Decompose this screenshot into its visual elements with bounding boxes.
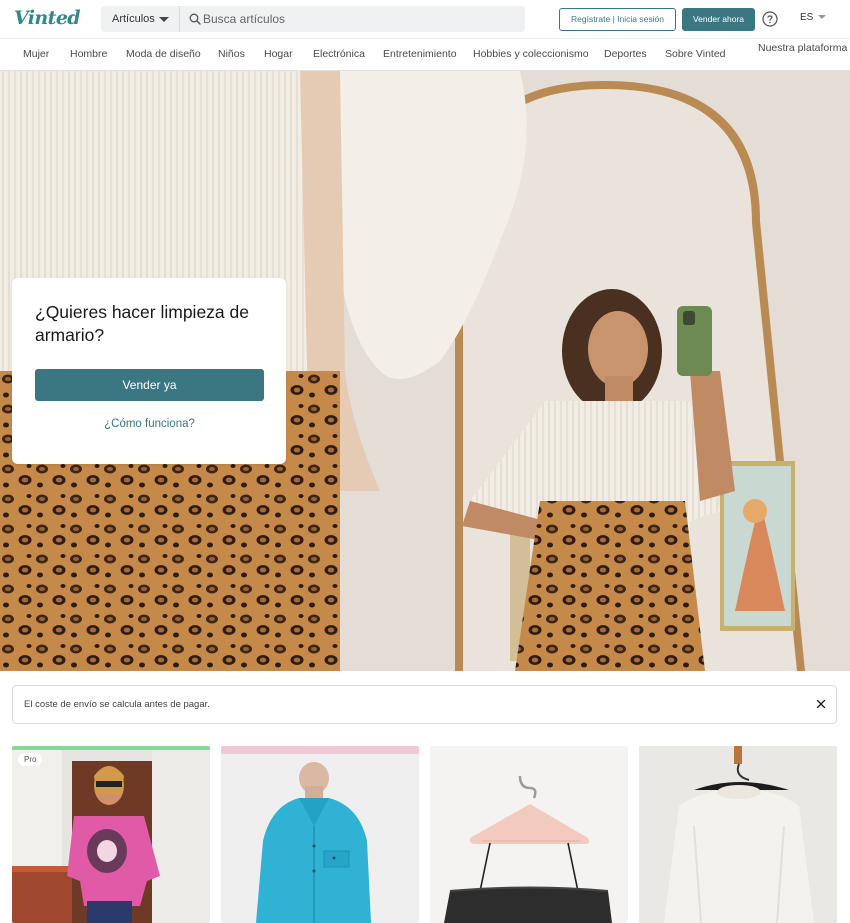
- nav-item-hobbies[interactable]: Hobbies y coleccionismo: [473, 39, 589, 70]
- item-photo: [221, 746, 419, 923]
- register-login-button[interactable]: Regístrate | Inicia sesión: [559, 8, 676, 31]
- item-card[interactable]: [221, 746, 419, 923]
- item-photo: [12, 746, 210, 923]
- nav-item-nuestra-plataforma[interactable]: Nuestra plataforma: [758, 42, 847, 73]
- hero-banner: ¿Quieres hacer limpieza de armario? Vend…: [0, 71, 850, 671]
- item-card[interactable]: Pro: [12, 746, 210, 923]
- top-header: Vinted Artículos Regístrate | Inicia ses…: [0, 0, 850, 38]
- hero-sell-card: ¿Quieres hacer limpieza de armario? Vend…: [12, 278, 286, 464]
- nav-item-ninos[interactable]: Niños: [218, 39, 245, 70]
- category-nav: Mujer Hombre Moda de diseño Niños Hogar …: [0, 38, 850, 71]
- nav-item-moda-de-diseno[interactable]: Moda de diseño: [126, 39, 201, 70]
- close-icon[interactable]: [814, 697, 828, 711]
- hero-title: ¿Quieres hacer limpieza de armario?: [35, 302, 249, 345]
- sell-now-button[interactable]: Vender ahora: [682, 8, 755, 31]
- nav-item-hogar[interactable]: Hogar: [264, 39, 293, 70]
- chevron-down-icon: [159, 17, 169, 22]
- nav-item-mujer[interactable]: Mujer: [23, 39, 49, 70]
- vinted-logo[interactable]: Vinted: [14, 7, 81, 29]
- language-label: ES: [800, 12, 814, 23]
- nav-item-entretenimiento[interactable]: Entretenimiento: [383, 39, 457, 70]
- sell-now-hero-button[interactable]: Vender ya: [35, 369, 264, 401]
- search-bar: Artículos: [101, 6, 525, 32]
- item-photo: [639, 746, 837, 923]
- search-icon: [189, 13, 201, 25]
- how-it-works-link[interactable]: ¿Cómo funciona?: [35, 418, 264, 430]
- shipping-notice-text: El coste de envío se calcula antes de pa…: [24, 699, 210, 710]
- search-category-label: Artículos: [112, 13, 155, 25]
- language-selector[interactable]: ES: [800, 12, 827, 23]
- item-card[interactable]: [430, 746, 628, 923]
- pro-badge: Pro: [18, 753, 43, 766]
- nav-item-electronica[interactable]: Electrónica: [313, 39, 365, 70]
- nav-item-sobre-vinted[interactable]: Sobre Vinted: [665, 39, 726, 70]
- nav-item-hombre[interactable]: Hombre: [70, 39, 107, 70]
- chevron-down-icon: [818, 15, 827, 20]
- item-card[interactable]: [639, 746, 837, 923]
- search-category-dropdown[interactable]: Artículos: [101, 6, 180, 32]
- shipping-notice: El coste de envío se calcula antes de pa…: [12, 685, 837, 724]
- search-input[interactable]: [203, 6, 503, 32]
- question-circle-icon[interactable]: [762, 11, 778, 27]
- item-photo: [430, 746, 628, 923]
- nav-item-deportes[interactable]: Deportes: [604, 39, 647, 70]
